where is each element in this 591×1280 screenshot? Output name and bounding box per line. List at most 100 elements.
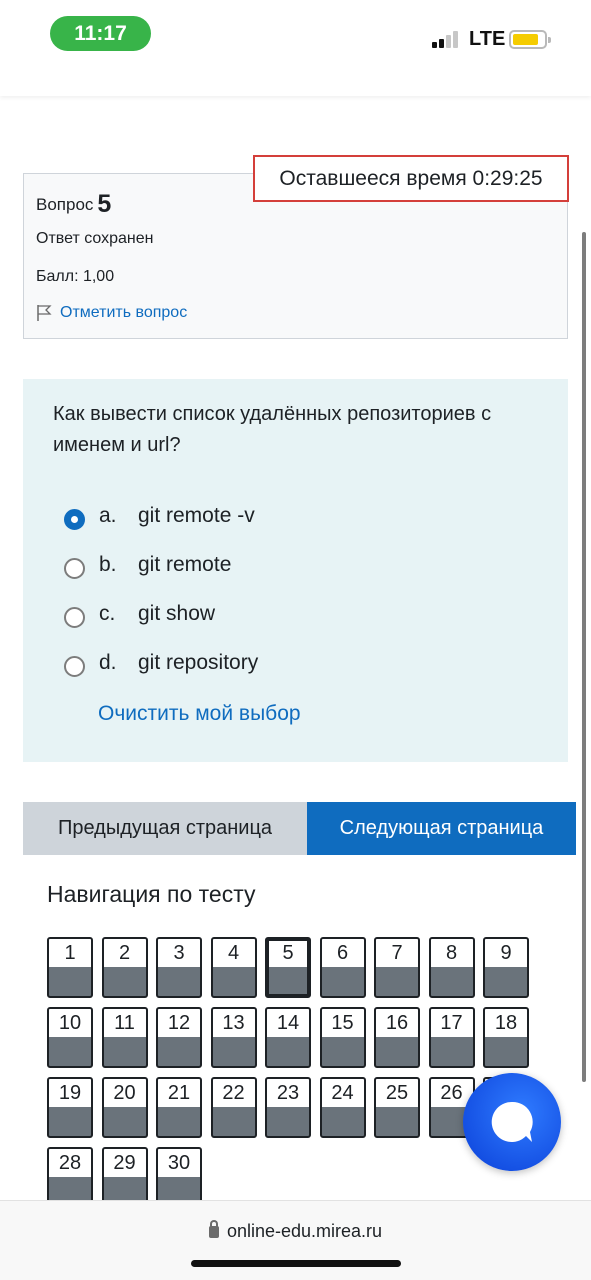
answer-option-d[interactable]: d. git repository bbox=[64, 648, 258, 678]
question-grade: Балл: 1,00 bbox=[36, 268, 115, 285]
radio-unselected[interactable] bbox=[64, 655, 85, 677]
browser-bottom-bar: online-edu.mirea.ru bbox=[0, 1200, 591, 1280]
next-page-button[interactable]: Следующая страница bbox=[307, 802, 576, 855]
nav-question-number: 10 bbox=[49, 1009, 91, 1037]
nav-question-number: 30 bbox=[158, 1149, 200, 1177]
question-panel: Как вывести список удалённых репозиторие… bbox=[23, 379, 568, 762]
time-remaining: Оставшееся время 0:29:25 bbox=[253, 155, 569, 202]
nav-question-number: 29 bbox=[103, 1149, 146, 1177]
option-text: git repository bbox=[138, 651, 259, 674]
nav-question-button-30[interactable]: 30 bbox=[156, 1147, 202, 1208]
nav-question-number: 6 bbox=[321, 939, 364, 967]
quiz-navigation-title: Навигация по тесту bbox=[47, 881, 256, 907]
nav-question-number: 13 bbox=[212, 1009, 255, 1037]
option-text: git show bbox=[138, 602, 216, 625]
nav-question-button-11[interactable]: 11 bbox=[101, 1007, 148, 1068]
nav-question-button-20[interactable]: 20 bbox=[101, 1077, 148, 1138]
chat-button[interactable] bbox=[463, 1073, 561, 1171]
nav-question-number: 15 bbox=[321, 1009, 364, 1037]
nav-question-number: 22 bbox=[212, 1079, 255, 1107]
question-label: Вопрос bbox=[36, 195, 94, 214]
option-letter: b. bbox=[99, 553, 117, 576]
answer-option-a[interactable]: a. git remote -v bbox=[64, 501, 255, 531]
nav-question-number: 18 bbox=[485, 1009, 527, 1037]
nav-question-button-7[interactable]: 7 bbox=[374, 937, 420, 998]
question-text: Как вывести список удалённых репозиторие… bbox=[53, 403, 492, 456]
nav-question-button-9[interactable]: 9 bbox=[483, 937, 529, 998]
nav-question-button-29[interactable]: 29 bbox=[101, 1147, 148, 1208]
status-bar: 11:17 LTE bbox=[0, 0, 591, 96]
nav-question-button-19[interactable]: 19 bbox=[47, 1077, 93, 1138]
nav-question-number: 1 bbox=[49, 939, 91, 967]
nav-question-number: 24 bbox=[321, 1079, 364, 1107]
nav-question-button-2[interactable]: 2 bbox=[101, 937, 148, 998]
nav-question-number: 23 bbox=[267, 1079, 309, 1107]
address-bar[interactable]: online-edu.mirea.ru bbox=[0, 1220, 591, 1242]
option-text: git remote -v bbox=[138, 504, 255, 527]
network-type: LTE bbox=[469, 28, 506, 50]
nav-question-number: 28 bbox=[49, 1149, 91, 1177]
chat-icon bbox=[491, 1101, 533, 1142]
nav-question-button-28[interactable]: 28 bbox=[47, 1147, 93, 1208]
status-time: 11:17 bbox=[50, 16, 151, 51]
lock-icon bbox=[208, 1220, 219, 1238]
nav-question-button-10[interactable]: 10 bbox=[47, 1007, 93, 1068]
answer-state: Ответ сохранен bbox=[36, 230, 154, 247]
nav-question-number: 8 bbox=[430, 939, 473, 967]
answer-option-c[interactable]: c. git show bbox=[64, 599, 215, 629]
nav-question-button-16[interactable]: 16 bbox=[374, 1007, 420, 1068]
nav-question-number: 25 bbox=[376, 1079, 418, 1107]
radio-unselected[interactable] bbox=[64, 557, 85, 579]
url-text: online-edu.mirea.ru bbox=[226, 1221, 383, 1241]
nav-question-number: 2 bbox=[103, 939, 146, 967]
answer-option-b[interactable]: b. git remote bbox=[64, 550, 231, 580]
nav-question-button-15[interactable]: 15 bbox=[319, 1007, 366, 1068]
radio-selected[interactable] bbox=[64, 508, 85, 530]
nav-question-number: 12 bbox=[158, 1009, 200, 1037]
nav-question-button-13[interactable]: 13 bbox=[210, 1007, 257, 1068]
nav-question-button-22[interactable]: 22 bbox=[210, 1077, 257, 1138]
flag-icon bbox=[37, 305, 52, 321]
nav-question-button-6[interactable]: 6 bbox=[319, 937, 366, 998]
question-number-value: 5 bbox=[97, 190, 112, 218]
signal-icon bbox=[432, 30, 462, 48]
nav-question-number: 20 bbox=[103, 1079, 146, 1107]
nav-question-number: 17 bbox=[430, 1009, 473, 1037]
nav-question-number: 5 bbox=[269, 941, 307, 967]
nav-question-button-24[interactable]: 24 bbox=[319, 1077, 366, 1138]
option-letter: a. bbox=[99, 504, 117, 527]
nav-question-number: 7 bbox=[376, 939, 418, 967]
nav-question-button-23[interactable]: 23 bbox=[265, 1077, 311, 1138]
nav-question-number: 11 bbox=[103, 1009, 146, 1037]
clear-choice-link[interactable]: Очистить мой выбор bbox=[98, 702, 301, 726]
nav-question-number: 14 bbox=[267, 1009, 309, 1037]
nav-question-number: 3 bbox=[158, 939, 200, 967]
battery-icon bbox=[509, 30, 551, 49]
nav-question-button-3[interactable]: 3 bbox=[156, 937, 202, 998]
nav-question-button-25[interactable]: 25 bbox=[374, 1077, 420, 1138]
nav-question-button-18[interactable]: 18 bbox=[483, 1007, 529, 1068]
nav-question-number: 21 bbox=[158, 1079, 200, 1107]
nav-question-button-12[interactable]: 12 bbox=[156, 1007, 202, 1068]
nav-question-number: 9 bbox=[485, 939, 527, 967]
option-letter: c. bbox=[99, 602, 116, 625]
nav-question-button-14[interactable]: 14 bbox=[265, 1007, 311, 1068]
flag-question-link[interactable]: Отметить вопрос bbox=[36, 304, 187, 322]
nav-question-button-1[interactable]: 1 bbox=[47, 937, 93, 998]
previous-page-button[interactable]: Предыдущая страница bbox=[23, 802, 307, 855]
nav-question-number: 19 bbox=[49, 1079, 91, 1107]
nav-question-button-5[interactable]: 5 bbox=[265, 937, 311, 998]
home-indicator[interactable] bbox=[191, 1260, 401, 1267]
nav-question-number: 16 bbox=[376, 1009, 418, 1037]
radio-unselected[interactable] bbox=[64, 606, 85, 628]
nav-question-button-17[interactable]: 17 bbox=[428, 1007, 475, 1068]
nav-question-button-21[interactable]: 21 bbox=[156, 1077, 202, 1138]
nav-question-button-8[interactable]: 8 bbox=[428, 937, 475, 998]
question-number: Вопрос 5 bbox=[36, 190, 111, 219]
nav-question-button-4[interactable]: 4 bbox=[210, 937, 257, 998]
option-text: git remote bbox=[138, 553, 232, 576]
nav-question-number: 4 bbox=[212, 939, 255, 967]
option-letter: d. bbox=[99, 651, 117, 674]
scrollbar[interactable] bbox=[582, 232, 586, 1082]
flag-question-label: Отметить вопрос bbox=[60, 304, 188, 321]
